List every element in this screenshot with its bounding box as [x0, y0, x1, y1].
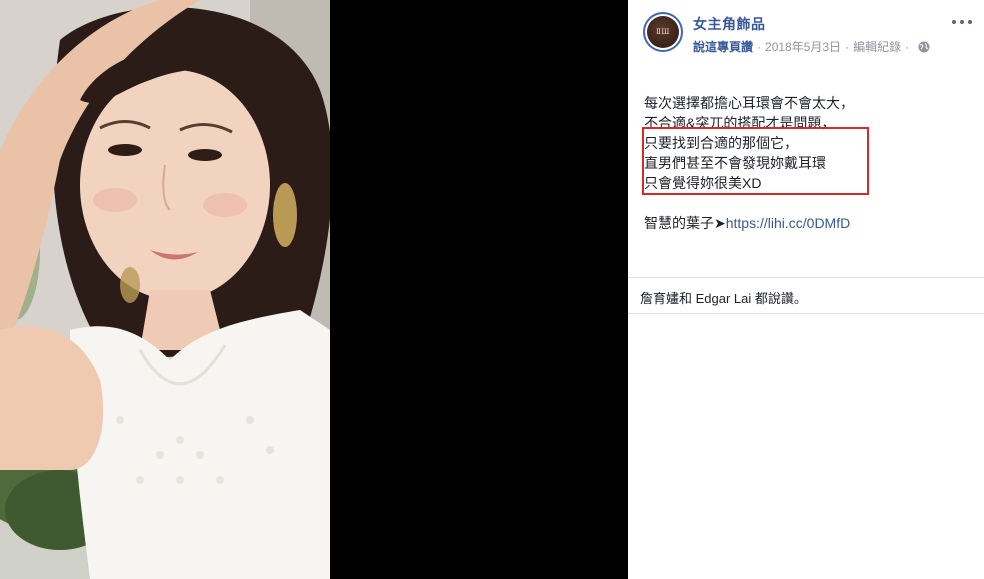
post-date[interactable]: 2018年5月3日 [765, 38, 841, 55]
post-link[interactable]: https://lihi.cc/0DMfD [726, 215, 850, 231]
reactions-summary[interactable]: 詹育嫿和 Edgar Lai 都說讚。 [640, 288, 807, 307]
divider [628, 313, 984, 314]
meta-separator: · [845, 39, 850, 54]
page-logo: ⅡШ [647, 16, 679, 48]
post-text-line: 不合適&突兀的搭配才是問題， [644, 115, 836, 131]
like-page-link[interactable]: 說這專頁讚 [693, 38, 753, 55]
divider [628, 277, 984, 278]
post-text-line: 只會覺得妳很美XD [644, 175, 762, 191]
post-header: ⅡШ 女主角飾品 說這專頁讚 · 2018年5月3日 · 編輯紀錄 · [643, 12, 972, 56]
post-link-line: 智慧的葉子➤https://lihi.cc/0DMfD [644, 213, 974, 233]
post-text-line: 直男們甚至不會發現妳戴耳環 [644, 155, 826, 171]
photo-stage [0, 0, 628, 579]
more-options-dot [960, 20, 964, 24]
post-message: 每次選擇都擔心耳環會不會太大， 不合適&突兀的搭配才是問題， 只要找到合適的那個… [644, 93, 974, 233]
meta-separator: · [905, 39, 910, 54]
more-options-dot [968, 20, 972, 24]
post-text-line: 只要找到合適的那個它， [644, 135, 798, 151]
post-meta: 說這專頁讚 · 2018年5月3日 · 編輯紀錄 · [693, 38, 930, 55]
globe-icon[interactable] [918, 41, 930, 53]
meta-separator: · [757, 39, 762, 54]
portrait-photo[interactable] [0, 0, 330, 579]
edit-history-link[interactable]: 編輯紀錄 [853, 38, 901, 55]
post-text-line: 每次選擇都擔心耳環會不會太大， [644, 95, 854, 111]
page-name-link[interactable]: 女主角飾品 [693, 14, 766, 34]
page-avatar[interactable]: ⅡШ [643, 12, 683, 52]
portrait-illustration [0, 0, 330, 579]
more-options-icon[interactable] [952, 14, 972, 30]
more-options-dot [952, 20, 956, 24]
link-prefix: 智慧的葉子➤ [644, 215, 726, 231]
